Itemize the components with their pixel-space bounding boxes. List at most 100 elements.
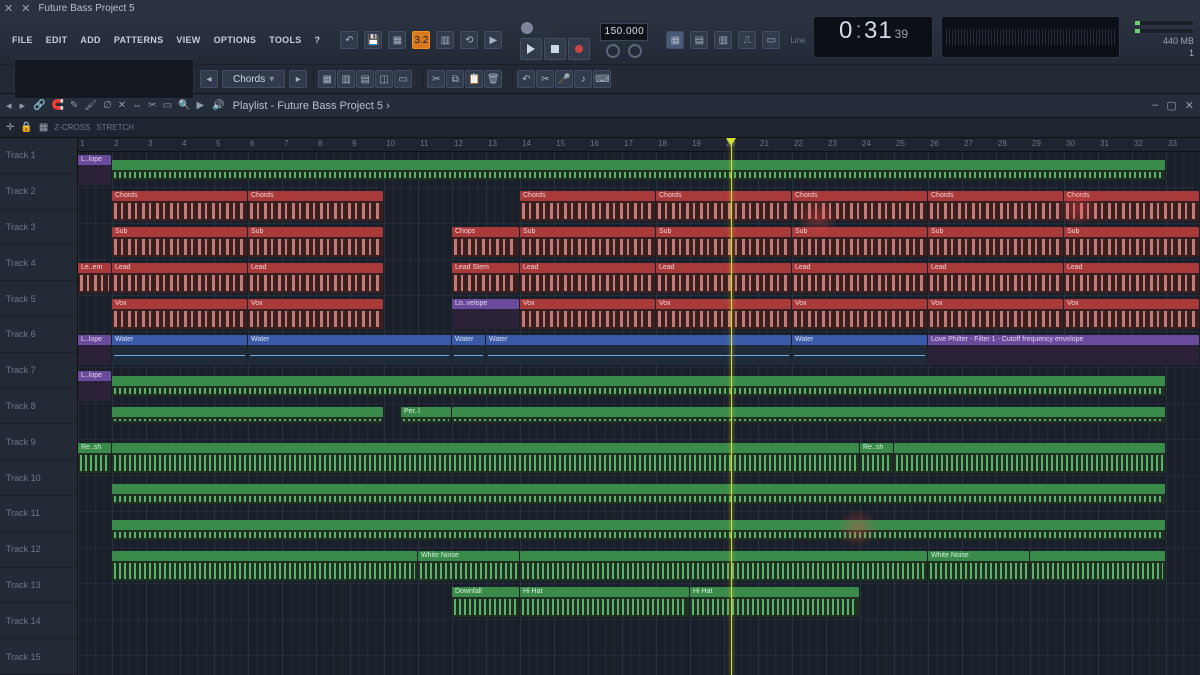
track-row[interactable]: Re..shRe..sh [78,440,1200,476]
track-row[interactable]: Per..l [78,404,1200,440]
magnet-icon[interactable]: 🧲 [52,100,64,111]
track-name[interactable]: Track 9 [0,424,77,460]
playlist-icon[interactable]: ▦ [666,31,684,49]
render-icon[interactable]: ▦ [388,31,406,49]
track-name[interactable]: Track 10 [0,460,77,496]
erase-icon[interactable]: ∅ [103,100,112,111]
track-name[interactable]: Track 4 [0,245,77,281]
swing-knob[interactable] [606,44,620,58]
track-name[interactable]: Track 1 [0,138,77,174]
channel-rack-icon[interactable]: ▥ [714,31,732,49]
clip[interactable]: Lead [656,263,791,293]
clip[interactable]: Vox [1064,299,1199,329]
zcross-label[interactable]: Z-CROSS [54,123,90,132]
tab-close-icon[interactable]: ✕ [21,2,30,15]
track-row[interactable]: White NoiseWhite Noise [78,548,1200,584]
track-row[interactable]: Le..emLeadLeadLead StemLeadLeadLeadLeadL… [78,260,1200,296]
playhead[interactable] [731,138,732,675]
track-name[interactable]: Track 3 [0,210,77,246]
track-row[interactable] [78,512,1200,548]
clip[interactable]: Vox [112,299,247,329]
clip[interactable]: Sub [520,227,655,257]
song-overview[interactable] [941,16,1120,58]
clip[interactable] [112,376,1165,396]
save-icon[interactable]: 💾 [364,31,382,49]
clip[interactable]: Sub [112,227,247,257]
crosshair-icon[interactable]: ✛ [6,122,14,133]
clip[interactable]: Lead [792,263,927,293]
undo-icon[interactable]: ↶ [340,31,358,49]
undo2-icon[interactable]: ↶ [517,70,535,88]
time-display[interactable]: 0 : 31 39 [813,16,933,58]
pattern-selector[interactable]: ◂ Chords ▾ ▸ [200,70,307,88]
menu-?[interactable]: ? [309,33,327,47]
clip[interactable]: L..lope [78,335,111,365]
clip[interactable] [520,551,927,581]
clip[interactable]: Chords [520,191,655,221]
pencil-icon[interactable]: ✎ [70,100,78,111]
clip[interactable]: Chords [656,191,791,221]
clip[interactable]: Re..sh [78,443,111,473]
track-name[interactable]: Track 8 [0,389,77,425]
delete-icon[interactable]: 🗑 [484,70,502,88]
piano-roll-icon[interactable]: ▤ [690,31,708,49]
menu-tools[interactable]: TOOLS [263,33,307,47]
clip[interactable]: Downfall [452,587,519,617]
record-button[interactable] [568,38,590,60]
mute-icon[interactable]: ✕ [118,100,126,111]
track-name[interactable]: Track 7 [0,353,77,389]
playback-icon[interactable]: ▶ [196,100,204,111]
clip[interactable]: Chords [248,191,383,221]
clip[interactable]: Water [112,335,247,365]
minimize-icon[interactable]: – [1152,99,1158,112]
grid-icon[interactable]: ▦ [39,122,48,133]
tool-icon[interactable]: ▭ [394,70,412,88]
arrangement-grid[interactable]: 1234567891011121314151617181920212223242… [78,138,1200,675]
track-row[interactable]: VoxVoxLo..velopeVoxVoxVoxVoxVox [78,296,1200,332]
clip[interactable]: L..lope [78,155,111,185]
clip[interactable]: Sub [928,227,1063,257]
track-row[interactable]: L..lopeWaterWaterWaterWaterWaterLove Phi… [78,332,1200,368]
clip[interactable]: Love Philter - Filter 1 - Cutoff frequen… [928,335,1199,365]
back-icon[interactable]: ◂ [6,99,12,112]
clip[interactable]: Water [248,335,451,365]
close-playlist-icon[interactable]: ✕ [1185,99,1194,112]
clip[interactable]: Water [486,335,791,365]
clip[interactable] [452,407,1165,423]
clip[interactable]: Chords [112,191,247,221]
clip[interactable]: Lead [248,263,383,293]
track-row[interactable]: L..lope [78,368,1200,404]
clip[interactable] [1030,551,1165,581]
tool-icon[interactable]: ▦ [318,70,336,88]
track-row[interactable]: DownfallHi HatHi Hat [78,584,1200,620]
tool-icon[interactable]: ◫ [375,70,393,88]
track-name[interactable]: Track 6 [0,317,77,353]
clip[interactable]: Lead [520,263,655,293]
stretch-label[interactable]: STRETCH [96,123,134,132]
play-button[interactable] [520,38,542,60]
track-row[interactable]: ChordsChordsChordsChordsChordsChordsChor… [78,188,1200,224]
clip[interactable]: Lead [112,263,247,293]
onekey-icon[interactable]: ♪ [574,70,592,88]
menu-add[interactable]: ADD [74,33,106,47]
menu-patterns[interactable]: PATTERNS [108,33,170,47]
speaker-icon[interactable]: 🔊 [212,100,224,111]
brush-icon[interactable]: 🖌 [84,100,97,111]
clip[interactable]: Hi Hat [520,587,689,617]
clip[interactable]: Le..em [78,263,111,293]
forward-icon[interactable]: ▸ [20,99,26,112]
scissors-icon[interactable]: ✂ [536,70,554,88]
browser-icon[interactable]: ▭ [762,31,780,49]
clip[interactable]: White Noise [418,551,519,581]
pattern-prev-icon[interactable]: ◂ [200,70,218,88]
menu-file[interactable]: FILE [6,33,39,47]
tempo-display[interactable]: 150.000 [600,23,648,41]
wait-icon[interactable]: ⟲ [460,31,478,49]
pattern-name[interactable]: Chords ▾ [222,70,285,88]
track-row[interactable] [78,656,1200,675]
clip[interactable]: Chords [928,191,1063,221]
stop-button[interactable] [544,38,566,60]
menu-edit[interactable]: EDIT [40,33,74,47]
metronome-icon[interactable]: ▥ [436,31,454,49]
track-row[interactable] [78,476,1200,512]
